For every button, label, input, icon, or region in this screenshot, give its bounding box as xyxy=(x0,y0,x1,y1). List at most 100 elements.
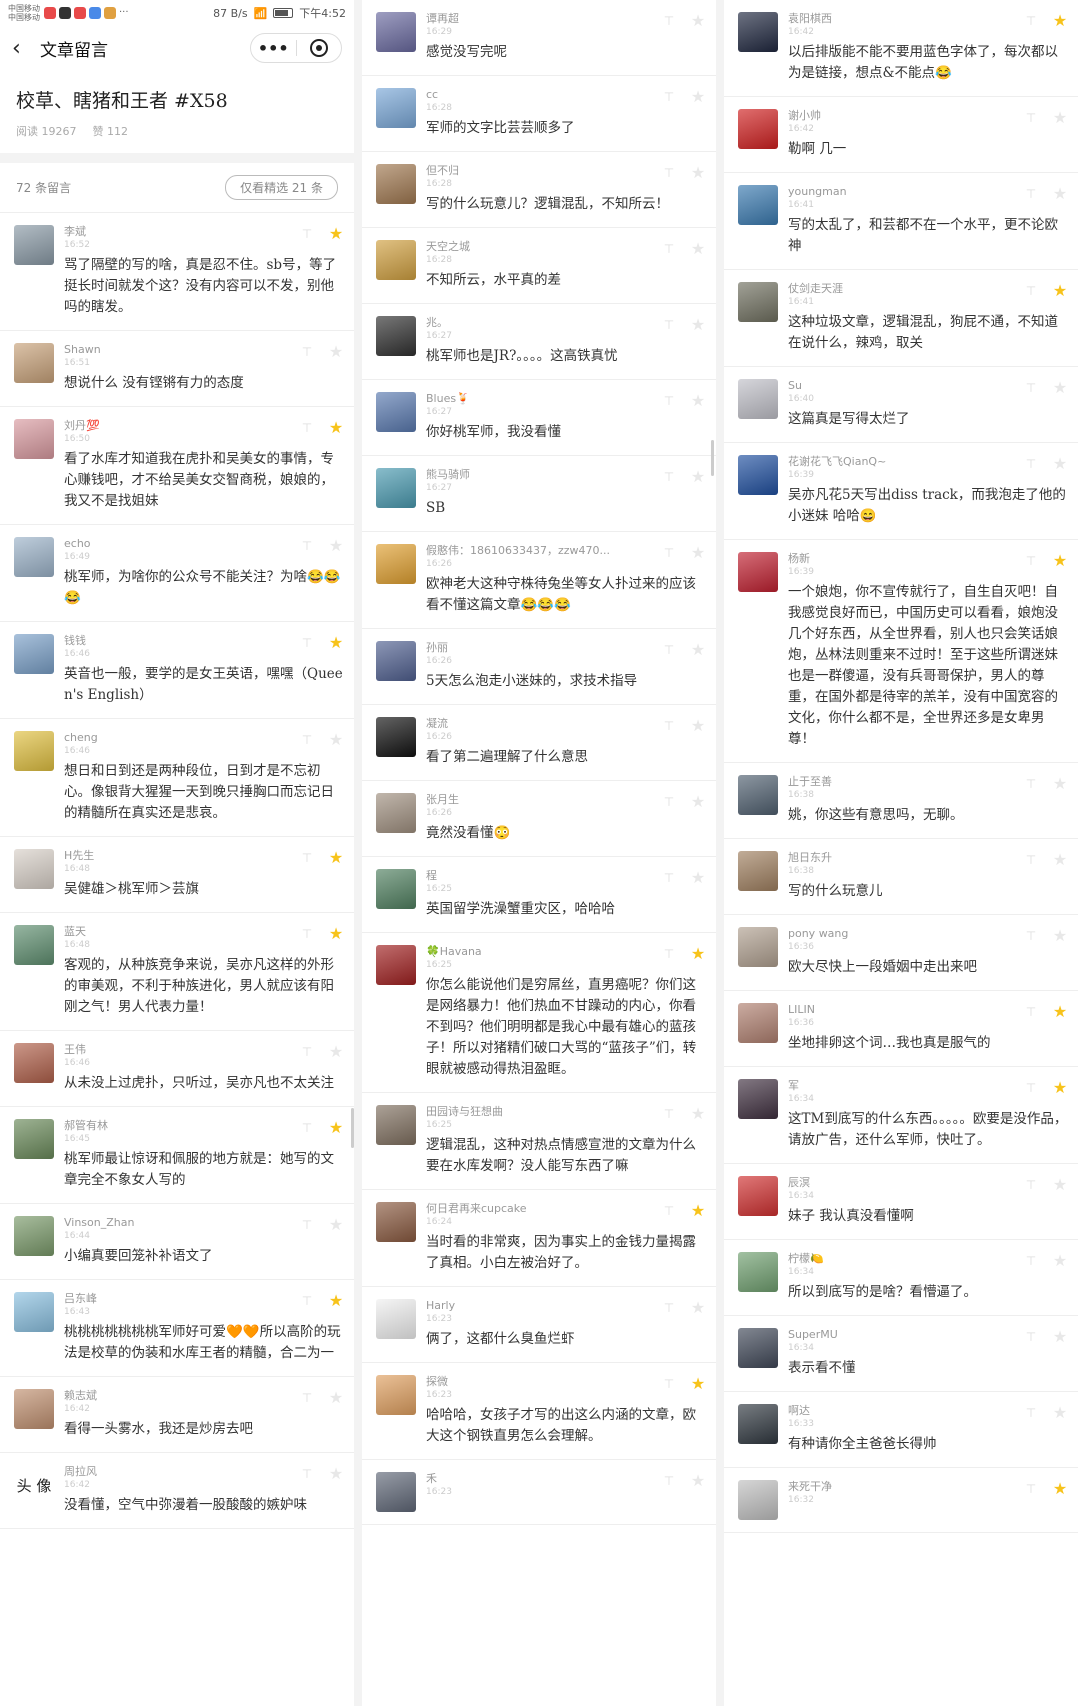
pin-top-icon[interactable]: ⊤ xyxy=(300,636,314,650)
scrollbar[interactable] xyxy=(711,440,714,476)
pin-top-icon[interactable]: ⊤ xyxy=(662,394,676,408)
commenter-name[interactable]: 花谢花飞飞QianQ~ xyxy=(788,455,886,469)
feature-star-icon[interactable]: ★ xyxy=(690,89,706,105)
feature-star-icon[interactable]: ★ xyxy=(1052,1177,1068,1193)
comment-item[interactable]: Shawn 16:51 ⊤ ★ 想说什么 没有铿锵有力的态度 xyxy=(0,331,354,407)
feature-star-icon[interactable]: ★ xyxy=(328,1390,344,1406)
comment-item[interactable]: H先生 16:48 ⊤ ★ 吴健雄＞桃军师＞芸旗 xyxy=(0,837,354,913)
avatar[interactable] xyxy=(376,12,416,52)
avatar[interactable] xyxy=(14,1119,54,1159)
feature-star-icon[interactable]: ★ xyxy=(690,718,706,734)
comment-item[interactable]: 吕东峰 16:43 ⊤ ★ 桃桃桃桃桃桃桃军师好可爱🧡🧡所以高阶的玩法是校草的伪装和水库… xyxy=(0,1280,354,1377)
pin-top-icon[interactable]: ⊤ xyxy=(1024,381,1038,395)
pin-top-icon[interactable]: ⊤ xyxy=(662,470,676,484)
pin-top-icon[interactable]: ⊤ xyxy=(300,227,314,241)
commenter-name[interactable]: 军 xyxy=(788,1079,814,1093)
comment-item[interactable]: Harly 16:23 ⊤ ★ 俩了，这都什么臭鱼烂虾 xyxy=(362,1287,716,1363)
feature-star-icon[interactable]: ★ xyxy=(1052,1004,1068,1020)
feature-star-icon[interactable]: ★ xyxy=(690,241,706,257)
commenter-name[interactable]: 何日君再来cupcake xyxy=(426,1202,527,1216)
feature-star-icon[interactable]: ★ xyxy=(690,794,706,810)
pin-top-icon[interactable]: ⊤ xyxy=(662,719,676,733)
feature-star-icon[interactable]: ★ xyxy=(1052,380,1068,396)
pin-top-icon[interactable]: ⊤ xyxy=(662,242,676,256)
pin-top-icon[interactable]: ⊤ xyxy=(1024,1482,1038,1496)
feature-star-icon[interactable]: ★ xyxy=(690,469,706,485)
comment-item[interactable]: Vinson_Zhan 16:44 ⊤ ★ 小编真要回笼补补语文了 xyxy=(0,1204,354,1280)
comment-item[interactable]: 🍀Havana 16:25 ⊤ ★ 你怎么能说他们是穷屌丝，直男癌呢？你们这是网络暴力！… xyxy=(362,933,716,1093)
feature-star-icon[interactable]: ★ xyxy=(690,1473,706,1489)
comment-item[interactable]: 但不归 16:28 ⊤ ★ 写的什么玩意儿？逻辑混乱，不知所云！ xyxy=(362,152,716,228)
comment-item[interactable]: cheng 16:46 ⊤ ★ 想日和日到还是两种段位，日到才是不忘初心。像银背大猩猩一… xyxy=(0,719,354,837)
pin-top-icon[interactable]: ⊤ xyxy=(662,1301,676,1315)
commenter-name[interactable]: youngman xyxy=(788,185,847,199)
avatar[interactable] xyxy=(376,1202,416,1242)
commenter-name[interactable]: 🍀Havana xyxy=(426,945,482,959)
comment-item[interactable]: 兆。 16:27 ⊤ ★ 桃军师也是JR?。。。。这高铁真忧 xyxy=(362,304,716,380)
pin-top-icon[interactable]: ⊤ xyxy=(300,421,314,435)
pin-top-icon[interactable]: ⊤ xyxy=(1024,111,1038,125)
comment-item[interactable]: 何日君再来cupcake 16:24 ⊤ ★ 当时看的非常爽，因为事实上的金钱力量揭露了… xyxy=(362,1190,716,1287)
comment-item[interactable]: LILIN 16:36 ⊤ ★ 坐地排卵这个词…我也真是服气的 xyxy=(724,991,1078,1067)
comment-item[interactable]: 头 像周拉风 16:42 ⊤ ★ 没看懂，空气中弥漫着一股酸酸的嫉妒味 xyxy=(0,1453,354,1529)
pin-top-icon[interactable]: ⊤ xyxy=(662,1377,676,1391)
comment-item[interactable]: echo 16:49 ⊤ ★ 桃军师，为啥你的公众号不能关注？为啥😂😂😂 xyxy=(0,525,354,622)
commenter-name[interactable]: Shawn xyxy=(64,343,101,357)
pin-top-icon[interactable]: ⊤ xyxy=(300,927,314,941)
feature-star-icon[interactable]: ★ xyxy=(328,538,344,554)
comment-item[interactable]: 程 16:25 ⊤ ★ 英国留学洗澡蟹重灾区，哈哈哈 xyxy=(362,857,716,933)
feature-star-icon[interactable]: ★ xyxy=(328,1217,344,1233)
avatar[interactable] xyxy=(376,1299,416,1339)
commenter-name[interactable]: 谢小帅 xyxy=(788,109,821,123)
avatar[interactable] xyxy=(738,775,778,815)
avatar[interactable] xyxy=(738,12,778,52)
pin-top-icon[interactable]: ⊤ xyxy=(662,318,676,332)
commenter-name[interactable]: 辰溟 xyxy=(788,1176,814,1190)
commenter-name[interactable]: 柠檬🍋 xyxy=(788,1252,824,1266)
pin-top-icon[interactable]: ⊤ xyxy=(1024,1005,1038,1019)
commenter-name[interactable]: Harly xyxy=(426,1299,455,1313)
comment-item[interactable]: 柠檬🍋 16:34 ⊤ ★ 所以到底写的是啥？看懵逼了。 xyxy=(724,1240,1078,1316)
feature-star-icon[interactable]: ★ xyxy=(1052,283,1068,299)
pin-top-icon[interactable]: ⊤ xyxy=(1024,1178,1038,1192)
comment-item[interactable]: cc 16:28 ⊤ ★ 军师的文字比芸芸顺多了 xyxy=(362,76,716,152)
avatar[interactable] xyxy=(376,717,416,757)
avatar[interactable] xyxy=(376,641,416,681)
feature-star-icon[interactable]: ★ xyxy=(1052,456,1068,472)
avatar[interactable] xyxy=(738,927,778,967)
feature-star-icon[interactable]: ★ xyxy=(690,946,706,962)
pin-top-icon[interactable]: ⊤ xyxy=(662,1204,676,1218)
avatar[interactable] xyxy=(738,282,778,322)
pin-top-icon[interactable]: ⊤ xyxy=(1024,929,1038,943)
commenter-name[interactable]: SuperMU xyxy=(788,1328,838,1342)
pin-top-icon[interactable]: ⊤ xyxy=(662,947,676,961)
feature-star-icon[interactable]: ★ xyxy=(1052,852,1068,868)
commenter-name[interactable]: 杨新 xyxy=(788,552,814,566)
avatar[interactable] xyxy=(738,1079,778,1119)
avatar[interactable] xyxy=(376,869,416,909)
commenter-name[interactable]: 王伟 xyxy=(64,1043,90,1057)
commenter-name[interactable]: 天空之城 xyxy=(426,240,470,254)
pin-top-icon[interactable]: ⊤ xyxy=(662,871,676,885)
comment-item[interactable]: 郝管有林 16:45 ⊤ ★ 桃军师最让惊讶和佩服的地方就是：她写的文章完全不象女人写的 xyxy=(0,1107,354,1204)
commenter-name[interactable]: H先生 xyxy=(64,849,94,863)
comment-item[interactable]: 钱钱 16:46 ⊤ ★ 英音也一般，要学的是女王英语，嘿嘿（Queen's Engli… xyxy=(0,622,354,719)
avatar[interactable] xyxy=(738,1480,778,1520)
avatar[interactable] xyxy=(376,544,416,584)
feature-star-icon[interactable]: ★ xyxy=(1052,1329,1068,1345)
avatar[interactable] xyxy=(14,731,54,771)
feature-star-icon[interactable]: ★ xyxy=(1052,13,1068,29)
commenter-name[interactable]: 来死干净 xyxy=(788,1480,832,1494)
comment-item[interactable]: Su 16:40 ⊤ ★ 这篇真是写得太烂了 xyxy=(724,367,1078,443)
feature-star-icon[interactable]: ★ xyxy=(690,1300,706,1316)
commenter-name[interactable]: 旭日东升 xyxy=(788,851,832,865)
pin-top-icon[interactable]: ⊤ xyxy=(1024,1254,1038,1268)
pin-top-icon[interactable]: ⊤ xyxy=(662,795,676,809)
commenter-name[interactable]: 啊达 xyxy=(788,1404,814,1418)
avatar[interactable] xyxy=(14,1216,54,1256)
pin-top-icon[interactable]: ⊤ xyxy=(662,14,676,28)
avatar[interactable] xyxy=(738,552,778,592)
pin-top-icon[interactable]: ⊤ xyxy=(662,1474,676,1488)
feature-star-icon[interactable]: ★ xyxy=(328,1293,344,1309)
feature-star-icon[interactable]: ★ xyxy=(690,165,706,181)
